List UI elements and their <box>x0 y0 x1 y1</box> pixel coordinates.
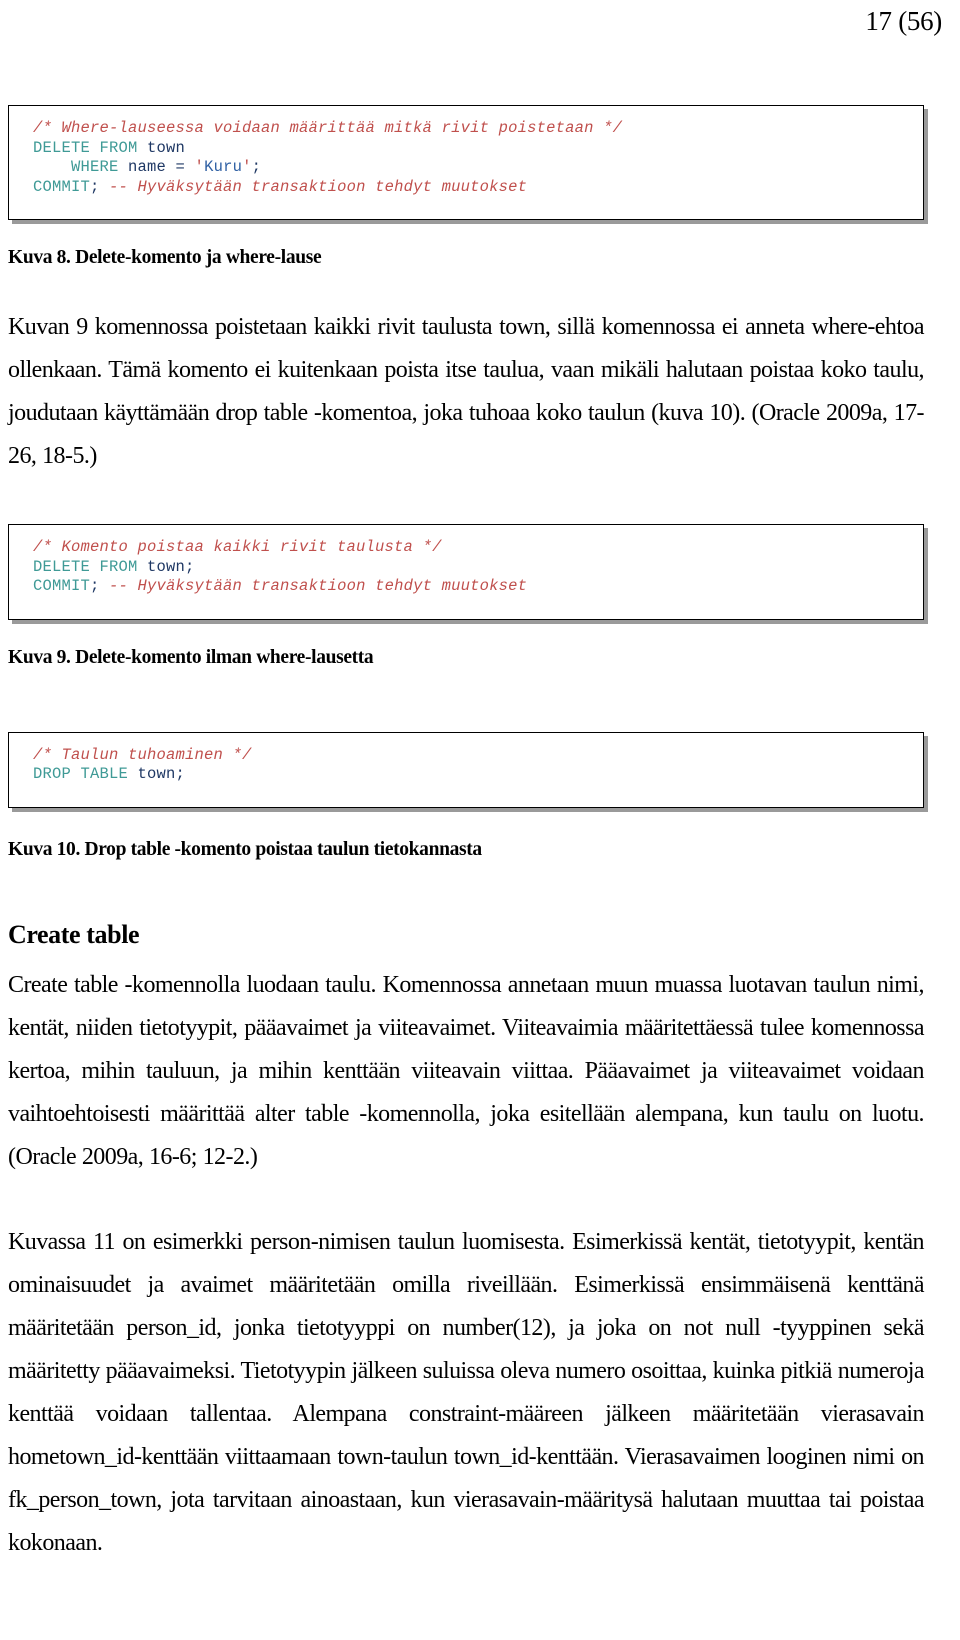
document-page: 17 (56) /* Where-lauseessa voidaan määri… <box>0 0 960 1640</box>
figure-caption-kuva8: Kuva 8. Delete-komento ja where-lause <box>8 247 322 268</box>
code-block-delete-where: /* Where-lauseessa voidaan määrittää mit… <box>8 105 924 220</box>
code-comment: -- Hyväksytään transaktioon tehdyt muuto… <box>109 177 528 196</box>
section-heading-create-table: Create table <box>8 919 140 949</box>
sql-keyword: DROP TABLE <box>33 765 138 783</box>
sql-keyword: COMMIT <box>33 177 91 196</box>
sql-string: Kuru <box>204 158 243 176</box>
sql-keyword: WHERE <box>71 158 129 176</box>
paragraph-create-table-explanation: Create table -komennolla luodaan taulu. … <box>8 971 925 1170</box>
sql-punctuation: ; <box>251 158 262 176</box>
code-comment: /* Where-lauseessa voidaan määrittää mit… <box>33 119 623 137</box>
paragraph-person-example: Kuvassa 11 on esimerkki person-nimisen t… <box>8 1228 925 1556</box>
code-block-delete-all-text: /* Komento poistaa kaikki rivit taulusta… <box>33 538 907 597</box>
figure-caption-kuva10: Kuva 10. Drop table -komento poistaa tau… <box>8 838 482 860</box>
sql-keyword: DELETE FROM <box>33 138 148 157</box>
code-block-drop-table: /* Taulun tuhoaminen */ DROP TABLE town; <box>8 731 924 808</box>
code-block-delete-all: /* Komento poistaa kaikki rivit taulusta… <box>8 524 924 620</box>
code-comment: /* Taulun tuhoaminen */ <box>33 745 252 764</box>
code-comment: -- Hyväksytään transaktioon tehdyt muuto… <box>109 577 528 595</box>
sql-punctuation: ; <box>90 177 110 196</box>
sql-identifier: town; <box>137 765 186 783</box>
sql-punctuation: ; <box>90 577 110 595</box>
code-block-drop-table-text: /* Taulun tuhoaminen */ DROP TABLE town; <box>33 746 907 785</box>
code-block-delete-where-text: /* Where-lauseessa voidaan määrittää mit… <box>33 119 907 197</box>
sql-identifier: town <box>147 138 186 157</box>
sql-keyword: DELETE FROM <box>33 557 148 576</box>
sql-identifier: town; <box>147 557 195 576</box>
page-content: /* Where-lauseessa voidaan määrittää mit… <box>8 105 925 1565</box>
page-number: 17 (56) <box>865 6 942 36</box>
sql-identifier: name = <box>128 158 195 176</box>
sql-keyword: COMMIT <box>33 577 91 595</box>
figure-caption-kuva9: Kuva 9. Delete-komento ilman where-lause… <box>8 646 374 668</box>
paragraph-delete-explanation: Kuvan 9 komennossa poistetaan kaikki riv… <box>8 314 925 469</box>
sql-quote: ' <box>242 158 252 176</box>
code-comment: /* Komento poistaa kaikki rivit taulusta… <box>33 538 442 556</box>
sql-quote: ' <box>194 158 205 176</box>
